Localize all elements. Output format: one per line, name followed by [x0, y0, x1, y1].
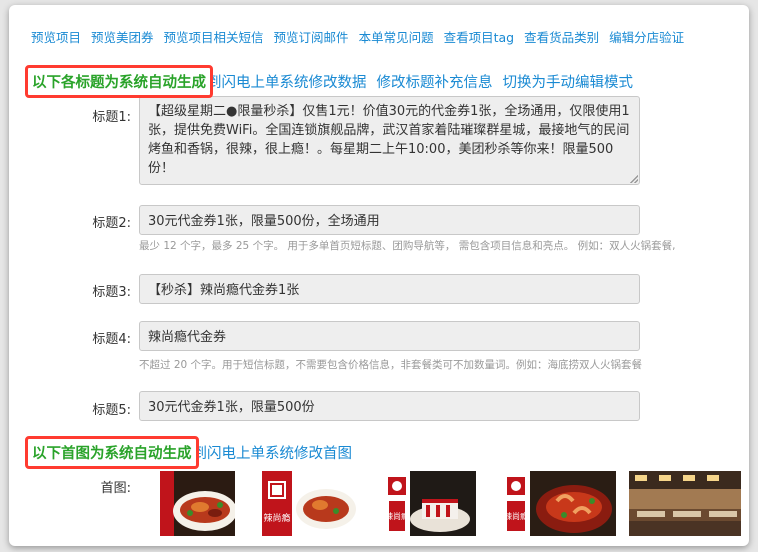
auto-generated-titles-notice: 以下各标题为系统自动生成: [25, 65, 213, 98]
fish-dish-image[interactable]: [160, 471, 235, 536]
title4-text: 辣尚瘾代金券: [148, 330, 227, 345]
title2-input[interactable]: 30元代金券1张，限量500份，全场通用: [139, 205, 640, 235]
title1-text: 【超级星期二●限量秒杀】仅售1元！价值30元的代金券1张，全场通用，仅限使用1张…: [148, 104, 630, 176]
main-card: 预览项目 预览美团券 预览项目相关短信 预览订阅邮件 本单常见问题 查看项目ta…: [9, 5, 749, 546]
auto-generated-image-notice: 以下首图为系统自动生成: [25, 436, 199, 469]
main-image-label: 首图:: [100, 481, 131, 496]
title3-input[interactable]: 【秒杀】辣尚瘾代金券1张: [139, 274, 640, 304]
modify-data-link[interactable]: 到闪电上单系统修改数据: [207, 71, 367, 92]
title5-label: 标题5:: [92, 403, 131, 418]
nav-preview-item[interactable]: 预览项目: [31, 27, 81, 46]
nav-view-tags[interactable]: 查看项目tag: [444, 27, 515, 46]
title5-text: 30元代金券1张，限量500份: [148, 400, 315, 415]
title3-label: 标题3:: [92, 285, 131, 300]
logo-text: 辣尚瘾: [504, 511, 528, 521]
title1-label: 标题1:: [92, 110, 131, 125]
resize-handle-icon[interactable]: [630, 175, 638, 183]
title5-input[interactable]: 30元代金券1张，限量500份: [139, 391, 640, 421]
nav-edit-branch-verify[interactable]: 编辑分店验证: [609, 27, 684, 46]
titles-section-header: 以下各标题为系统自动生成 到闪电上单系统修改数据 修改标题补充信息 切换为手动编…: [25, 65, 633, 98]
logo-text: 辣尚瘾: [263, 512, 290, 524]
title2-label: 标题2:: [92, 216, 131, 231]
logo-dessert-image[interactable]: 辣尚瘾: [384, 471, 476, 536]
image-section-header: 以下首图为系统自动生成 到闪电上单系统修改首图: [25, 436, 352, 469]
nav-preview-email[interactable]: 预览订阅邮件: [274, 27, 349, 46]
title2-text: 30元代金券1张，限量500份，全场通用: [148, 214, 380, 229]
nav-faq[interactable]: 本单常见问题: [359, 27, 434, 46]
nav-view-categories[interactable]: 查看货品类别: [524, 27, 599, 46]
modify-image-link[interactable]: 到闪电上单系统修改首图: [193, 442, 353, 463]
top-nav-links: 预览项目 预览美团券 预览项目相关短信 预览订阅邮件 本单常见问题 查看项目ta…: [31, 27, 684, 46]
title1-textarea[interactable]: 【超级星期二●限量秒杀】仅售1元！价值30元的代金券1张，全场通用，仅限使用1张…: [139, 96, 640, 185]
logo-text: 辣尚瘾: [385, 511, 409, 521]
title4-label: 标题4:: [92, 332, 131, 347]
title3-text: 【秒杀】辣尚瘾代金券1张: [148, 283, 300, 298]
title4-input[interactable]: 辣尚瘾代金券: [139, 321, 640, 351]
title4-hint: 不超过 20 个字。用于短信标题，不需要包含价格信息，非套餐类可不加数量词。例如…: [139, 359, 643, 371]
nav-preview-coupon[interactable]: 预览美团券: [91, 27, 154, 46]
modify-title-info-link[interactable]: 修改标题补充信息: [377, 71, 493, 92]
title2-hint: 最少 12 个字，最多 25 个字。 用于多单首页短标题、团购导航等， 需包含项…: [139, 240, 676, 252]
switch-manual-mode-link[interactable]: 切换为手动编辑模式: [503, 71, 634, 92]
logo-fish-image[interactable]: 辣尚瘾: [262, 471, 359, 536]
logo-shrimp-image[interactable]: 辣尚瘾: [502, 471, 616, 536]
restaurant-interior-image[interactable]: [629, 471, 741, 536]
nav-preview-sms[interactable]: 预览项目相关短信: [164, 27, 264, 46]
